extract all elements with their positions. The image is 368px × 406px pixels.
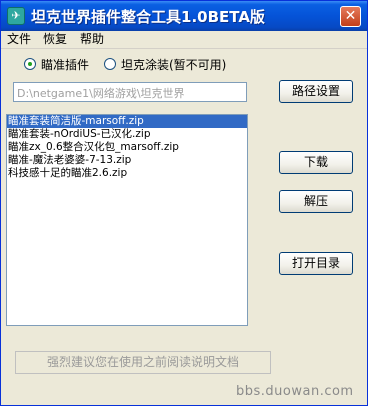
main-window: ✈ 坦克世界插件整合工具1.0BETA版 ✕ 文件 恢复 帮助 瞄准插件 坦克涂… <box>0 0 368 406</box>
path-settings-button[interactable]: 路径设置 <box>279 80 353 103</box>
menu-help[interactable]: 帮助 <box>80 32 104 47</box>
radio-aim-plugin[interactable]: 瞄准插件 <box>24 57 90 72</box>
list-item[interactable]: 瞄准zx_0.6整合汉化包_marsoff.zip <box>7 141 247 154</box>
menu-restore[interactable]: 恢复 <box>43 32 67 47</box>
radio-tank-skin[interactable]: 坦克涂装(暂不可用) <box>104 57 227 72</box>
radio-aim-plugin-label: 瞄准插件 <box>41 57 90 72</box>
app-icon: ✈ <box>7 7 25 25</box>
download-button[interactable]: 下载 <box>279 151 353 174</box>
radio-button-unchecked[interactable] <box>104 58 116 70</box>
title-bar[interactable]: ✈ 坦克世界插件整合工具1.0BETA版 ✕ <box>1 1 367 31</box>
extract-button[interactable]: 解压 <box>279 190 353 213</box>
list-item[interactable]: 科技感十足的瞄准2.6.zip <box>7 167 247 180</box>
list-item[interactable]: 瞄准-魔法老婆婆-7-13.zip <box>7 154 247 167</box>
radio-button-checked[interactable] <box>24 58 36 70</box>
list-item[interactable]: 瞄准套装-nOrdiUS-已汉化.zip <box>7 128 247 141</box>
site-watermark: bbs.duowan.com <box>236 384 354 399</box>
menu-bar: 文件 恢复 帮助 <box>1 31 367 49</box>
plugin-file-list[interactable]: 瞄准套装简洁版-marsoff.zip 瞄准套装-nOrdiUS-已汉化.zip… <box>6 114 248 326</box>
window-title: 坦克世界插件整合工具1.0BETA版 <box>31 8 265 26</box>
radio-tank-skin-label: 坦克涂装(暂不可用) <box>121 57 227 72</box>
list-item[interactable]: 瞄准套装简洁版-marsoff.zip <box>7 115 247 128</box>
close-button[interactable]: ✕ <box>340 6 361 27</box>
menu-file[interactable]: 文件 <box>7 32 31 47</box>
read-docs-hint[interactable]: 强烈建议您在使用之前阅读说明文档 <box>15 351 271 374</box>
open-directory-button[interactable]: 打开目录 <box>279 252 353 275</box>
game-path-input[interactable]: D:\netgame1\网络游戏\坦克世界 <box>13 82 247 102</box>
